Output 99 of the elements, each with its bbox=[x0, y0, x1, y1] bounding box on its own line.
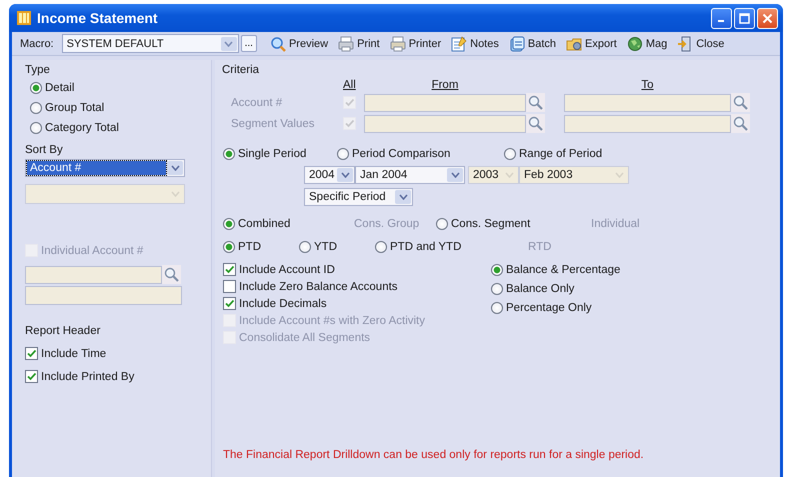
option-label: Category Total bbox=[45, 122, 119, 134]
input-field[interactable] bbox=[564, 114, 731, 132]
checkbox-label: Include Decimals bbox=[239, 298, 327, 310]
macro-label: Macro: bbox=[20, 38, 54, 50]
search-icon[interactable] bbox=[732, 94, 749, 111]
radio-button[interactable] bbox=[223, 148, 235, 160]
search-icon[interactable] bbox=[163, 266, 180, 283]
radio-button[interactable] bbox=[491, 282, 503, 294]
option-label: Detail bbox=[45, 82, 74, 94]
section-label: Sort By bbox=[25, 144, 64, 156]
toolbar-button[interactable]: Batch bbox=[504, 36, 562, 52]
checkbox-label: Include Account #s with Zero Activity bbox=[239, 314, 426, 326]
input-field[interactable] bbox=[364, 94, 526, 112]
maximize-button[interactable] bbox=[734, 8, 755, 28]
radio-button[interactable] bbox=[491, 264, 503, 276]
documents-icon bbox=[508, 36, 525, 52]
column-header: All bbox=[343, 79, 357, 91]
option-label: Single Period bbox=[238, 148, 306, 160]
checkbox-label: Include Time bbox=[41, 348, 106, 360]
checkbox[interactable] bbox=[25, 370, 38, 383]
radio-button[interactable] bbox=[30, 122, 42, 134]
column-header: From bbox=[430, 79, 460, 91]
radio-button[interactable] bbox=[491, 302, 503, 314]
door-icon bbox=[677, 36, 694, 52]
radio-button[interactable] bbox=[337, 148, 349, 160]
option-label: Group Total bbox=[45, 102, 104, 114]
checkbox[interactable] bbox=[223, 280, 236, 293]
chevron-down-icon[interactable] bbox=[170, 165, 180, 171]
radio-button[interactable] bbox=[375, 240, 387, 252]
macro-dropdown[interactable]: SYSTEM DEFAULT bbox=[62, 34, 239, 53]
chevron-down-icon[interactable] bbox=[340, 172, 350, 178]
section-label: Type bbox=[25, 64, 51, 76]
option-label: RTD bbox=[528, 240, 552, 252]
more-button[interactable]: ... bbox=[240, 35, 257, 52]
search-icon[interactable] bbox=[527, 115, 544, 132]
option-label: Cons. Segment bbox=[451, 218, 530, 230]
input-field[interactable] bbox=[25, 286, 182, 305]
checkbox-label: Include Zero Balance Accounts bbox=[239, 280, 398, 292]
column-header: To bbox=[640, 79, 655, 91]
checkbox-label: Individual Account # bbox=[41, 244, 144, 256]
info-note: The Financial Report Drilldown can be used only for reports run for a single period. bbox=[223, 449, 645, 461]
toolbar-button[interactable]: Preview bbox=[264, 36, 334, 52]
option-label: Balance & Percentage bbox=[506, 264, 620, 276]
option-label: PTD and YTD bbox=[390, 240, 462, 252]
input-field[interactable] bbox=[364, 114, 526, 132]
toolbar-button[interactable]: Export bbox=[561, 36, 622, 52]
close-icon[interactable] bbox=[762, 12, 773, 24]
search-icon[interactable] bbox=[732, 115, 749, 132]
radio-button[interactable] bbox=[299, 240, 311, 252]
radio-button[interactable] bbox=[436, 218, 448, 230]
toolbar-button[interactable]: Notes bbox=[446, 36, 504, 52]
dropdown[interactable]: Account # bbox=[25, 159, 185, 177]
printer-icon bbox=[390, 36, 406, 52]
toolbar-button[interactable]: Print bbox=[333, 36, 385, 52]
option-label: Balance Only bbox=[506, 282, 574, 294]
radio-button[interactable] bbox=[30, 102, 42, 114]
dropdown[interactable]: 2004 bbox=[304, 166, 355, 184]
dropdown[interactable]: Jan 2004 bbox=[355, 166, 465, 184]
app-icon bbox=[17, 11, 31, 25]
minimize-button[interactable] bbox=[711, 8, 732, 28]
toolbar-button[interactable]: Close bbox=[672, 36, 730, 52]
maximize-icon[interactable] bbox=[739, 12, 750, 24]
section-label: Criteria bbox=[222, 64, 260, 76]
option-label: Individual bbox=[591, 218, 640, 230]
option-label: Range of Period bbox=[519, 148, 602, 160]
input-field[interactable] bbox=[564, 94, 731, 112]
dropdown[interactable]: Specific Period bbox=[304, 188, 413, 206]
chevron-down-icon[interactable] bbox=[398, 194, 408, 200]
chevron-down-icon[interactable] bbox=[450, 172, 460, 178]
option-label: PTD bbox=[238, 240, 261, 252]
radio-button[interactable] bbox=[223, 218, 235, 230]
close-button[interactable] bbox=[757, 8, 778, 28]
radio-button[interactable] bbox=[504, 148, 516, 160]
magnifier-icon bbox=[270, 36, 286, 52]
chevron-down-icon[interactable] bbox=[224, 40, 234, 46]
checkbox[interactable] bbox=[223, 297, 236, 310]
radio-button[interactable] bbox=[30, 82, 42, 94]
window-title: Income Statement bbox=[37, 10, 159, 26]
checkbox-label: Include Account ID bbox=[239, 264, 335, 276]
field-label: Account # bbox=[230, 96, 284, 108]
search-icon[interactable] bbox=[527, 94, 544, 111]
checkbox-label: Consolidate All Segments bbox=[239, 332, 370, 344]
option-label: Cons. Group bbox=[354, 218, 420, 230]
toolbar-button[interactable]: Mag bbox=[622, 36, 672, 52]
printer-icon bbox=[338, 36, 354, 52]
field-label: Segment Values bbox=[230, 118, 316, 130]
toolbar-button[interactable]: Printer bbox=[384, 36, 446, 52]
option-label: Percentage Only bbox=[506, 302, 592, 314]
option-label: Period Comparison bbox=[352, 148, 450, 160]
notepad-icon bbox=[451, 36, 468, 52]
folder-icon bbox=[566, 36, 582, 52]
option-label: YTD bbox=[314, 240, 337, 252]
checkbox-label: Include Printed By bbox=[41, 370, 134, 382]
radio-button[interactable] bbox=[223, 240, 235, 252]
globe-icon bbox=[626, 36, 643, 52]
section-label: Report Header bbox=[25, 325, 102, 337]
checkbox[interactable] bbox=[25, 347, 38, 360]
checkbox[interactable] bbox=[223, 263, 236, 276]
option-label: Combined bbox=[238, 218, 290, 230]
